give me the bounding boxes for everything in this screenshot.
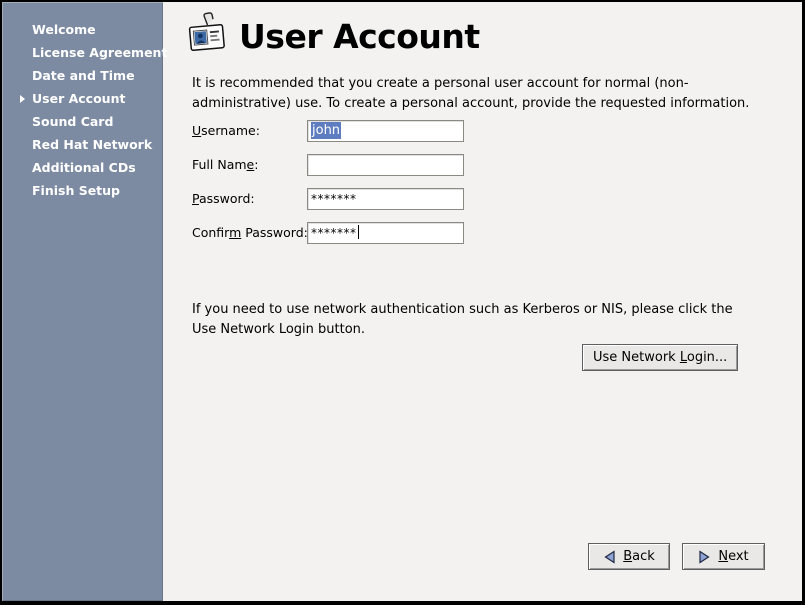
text-caret bbox=[358, 225, 359, 239]
full-name-label: Full Name: bbox=[192, 157, 258, 172]
sidebar-item-welcome[interactable]: Welcome bbox=[2, 18, 163, 41]
page-description: It is recommended that you create a pers… bbox=[192, 74, 749, 114]
page-title: User Account bbox=[239, 17, 480, 56]
confirm-password-label: Confirm Password: bbox=[192, 225, 308, 240]
back-arrow-icon bbox=[603, 550, 616, 564]
page-header: User Account bbox=[187, 12, 480, 60]
sidebar-item-label: Date and Time bbox=[32, 68, 135, 83]
sidebar-item-finish-setup[interactable]: Finish Setup bbox=[2, 179, 163, 202]
sidebar-item-label: Red Hat Network bbox=[32, 137, 152, 152]
sidebar-item-label: License Agreement bbox=[32, 45, 167, 60]
confirm-password-input[interactable]: ******* bbox=[307, 222, 464, 244]
username-row: Username: john bbox=[192, 120, 632, 142]
sidebar-item-label: Welcome bbox=[32, 22, 96, 37]
use-network-login-button[interactable]: Use Network Login... bbox=[582, 344, 738, 371]
next-button[interactable]: Next bbox=[682, 543, 765, 570]
full-name-row: Full Name: bbox=[192, 154, 632, 176]
id-card-icon bbox=[187, 12, 227, 60]
sidebar-item-red-hat-network[interactable]: Red Hat Network bbox=[2, 133, 163, 156]
sidebar-item-sound-card[interactable]: Sound Card bbox=[2, 110, 163, 133]
sidebar-item-date-and-time[interactable]: Date and Time bbox=[2, 64, 163, 87]
confirm-password-row: Confirm Password: ******* bbox=[192, 222, 632, 244]
setup-steps-sidebar: Welcome License Agreement Date and Time … bbox=[2, 2, 163, 601]
sidebar-item-label: Additional CDs bbox=[32, 160, 136, 175]
network-auth-note: If you need to use network authenticatio… bbox=[192, 300, 733, 340]
username-label: Username: bbox=[192, 123, 260, 138]
password-input[interactable]: ******* bbox=[307, 188, 464, 210]
main-content: User Account It is recommended that you … bbox=[163, 2, 802, 601]
back-label: Back bbox=[623, 549, 655, 564]
password-row: Password: ******* bbox=[192, 188, 632, 210]
sidebar-item-license-agreement[interactable]: License Agreement bbox=[2, 41, 163, 64]
back-button[interactable]: Back bbox=[588, 543, 670, 570]
next-arrow-icon bbox=[698, 550, 711, 564]
setup-agent-window: Welcome License Agreement Date and Time … bbox=[0, 0, 805, 605]
use-network-login-label: Use Network Login... bbox=[593, 350, 727, 365]
current-step-arrow-icon bbox=[20, 95, 25, 103]
sidebar-item-user-account[interactable]: User Account bbox=[2, 87, 163, 110]
password-label: Password: bbox=[192, 191, 255, 206]
user-account-form: Username: john Full Name: Password: ****… bbox=[192, 120, 632, 256]
sidebar-item-label: User Account bbox=[32, 91, 125, 106]
username-input[interactable]: john bbox=[307, 120, 464, 142]
selected-text: john bbox=[311, 122, 341, 139]
full-name-input[interactable] bbox=[307, 154, 464, 176]
sidebar-item-label: Sound Card bbox=[32, 114, 113, 129]
sidebar-item-label: Finish Setup bbox=[32, 183, 120, 198]
sidebar-item-additional-cds[interactable]: Additional CDs bbox=[2, 156, 163, 179]
next-label: Next bbox=[718, 549, 748, 564]
